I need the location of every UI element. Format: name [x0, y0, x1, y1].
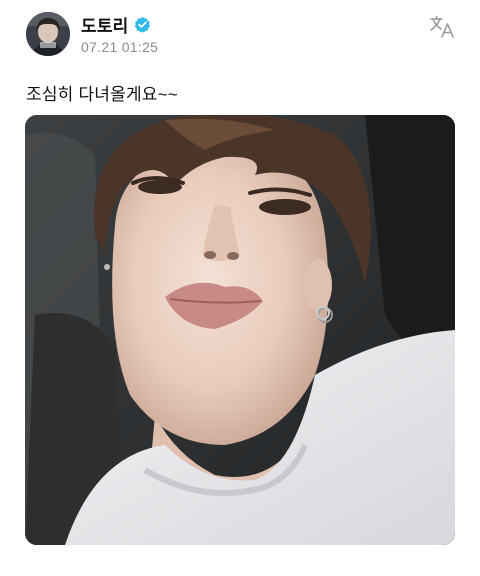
- avatar[interactable]: [26, 12, 70, 56]
- selfie-photo-icon: [25, 115, 455, 545]
- post-meta: 도토리 07.21 01:25: [81, 14, 158, 55]
- translate-button[interactable]: [428, 14, 456, 40]
- author-row: 도토리: [81, 14, 158, 36]
- post-timestamp: 07.21 01:25: [81, 38, 159, 55]
- verified-badge-icon: [134, 16, 151, 33]
- post-card: 도토리 07.21 01:25 조심히 다녀올게요~~: [0, 0, 480, 576]
- post-header: 도토리 07.21 01:25: [26, 12, 158, 56]
- post-text: 조심히 다녀올게요~~: [26, 85, 178, 104]
- avatar-image-icon: [26, 12, 70, 56]
- translate-icon: [430, 15, 454, 38]
- author-name[interactable]: 도토리: [81, 12, 129, 37]
- post-photo[interactable]: [25, 115, 455, 545]
